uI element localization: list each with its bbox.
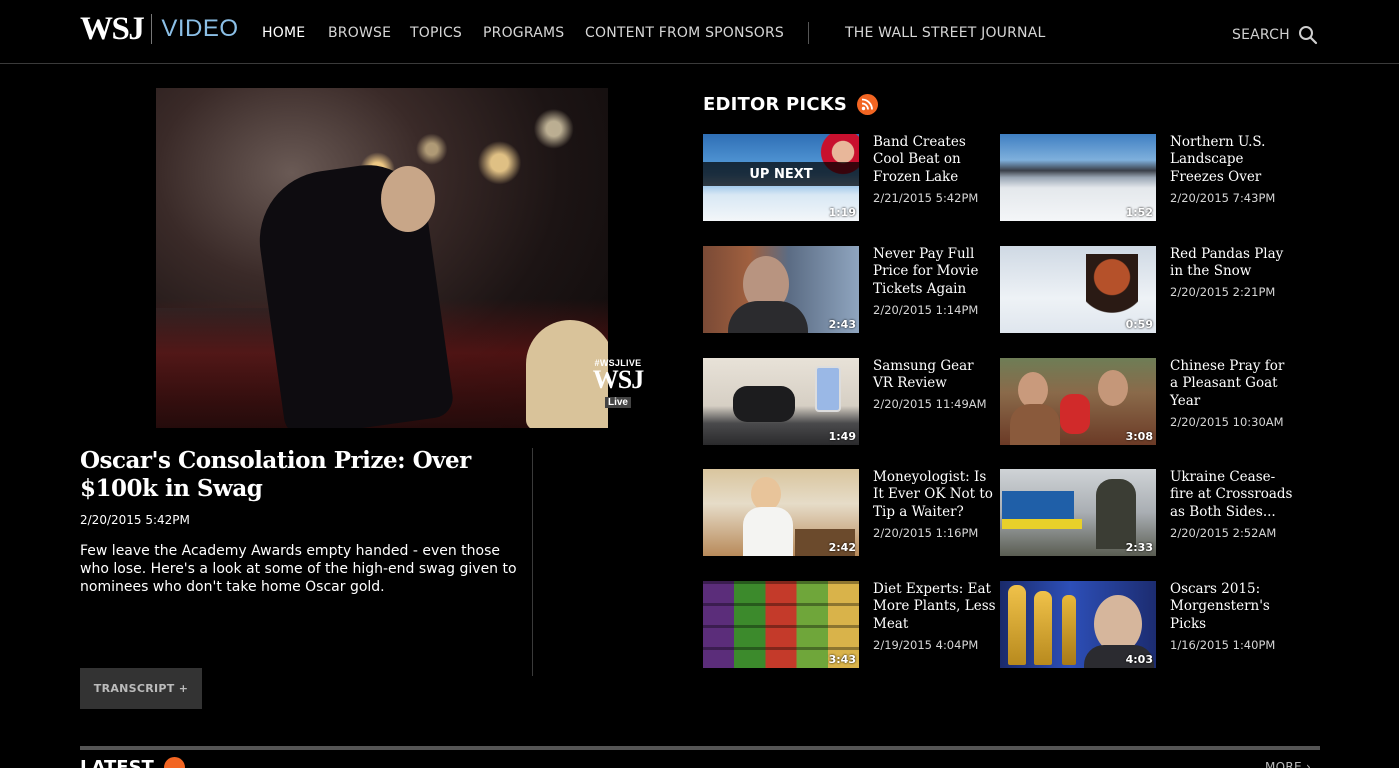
latest-title: LATEST xyxy=(80,757,154,768)
editor-pick-item[interactable]: 3:43 Diet Experts: Eat More Plants, Less… xyxy=(703,581,997,671)
thumb-decor xyxy=(1018,372,1048,408)
video-duration: 2:42 xyxy=(828,541,856,554)
logo-wsj: WSJ xyxy=(80,11,145,47)
pick-title[interactable]: Northern U.S. Landscape Freezes Over xyxy=(1170,134,1294,186)
logo-divider xyxy=(151,14,153,44)
video-duration: 1:52 xyxy=(1125,206,1153,219)
video-thumbnail[interactable]: 2:42 xyxy=(703,469,859,556)
thumb-decor xyxy=(743,507,793,556)
rss-icon[interactable] xyxy=(857,94,879,115)
pick-title[interactable]: Red Pandas Play in the Snow xyxy=(1170,246,1294,281)
video-thumbnail[interactable]: 3:08 xyxy=(1000,358,1156,445)
pick-title[interactable]: Chinese Pray for a Pleasant Goat Year xyxy=(1170,358,1294,410)
nav-wall-street-journal[interactable]: THE WALL STREET JOURNAL xyxy=(845,25,1046,41)
pick-date: 2/20/2015 1:16PM xyxy=(873,526,979,540)
latest-divider xyxy=(80,746,1320,750)
pick-date: 2/20/2015 7:43PM xyxy=(1170,191,1276,205)
pick-date: 2/20/2015 2:52AM xyxy=(1170,526,1277,540)
pick-date: 2/20/2015 10:30AM xyxy=(1170,415,1284,429)
nav-divider xyxy=(808,22,809,44)
site-header: WSJ VIDEO HOME BROWSE TOPICS PROGRAMS CO… xyxy=(0,0,1399,64)
nav-programs[interactable]: PROGRAMS xyxy=(483,25,564,41)
editor-pick-item[interactable]: 0:59 Red Pandas Play in the Snow 2/20/20… xyxy=(1000,246,1292,336)
pick-date: 2/20/2015 2:21PM xyxy=(1170,285,1276,299)
video-thumbnail[interactable]: 3:43 xyxy=(703,581,859,668)
video-duration: 1:19 xyxy=(828,206,856,219)
pick-title[interactable]: Samsung Gear VR Review xyxy=(873,358,997,393)
video-duration: 2:43 xyxy=(828,318,856,331)
thumb-decor xyxy=(815,366,841,412)
search-label: SEARCH xyxy=(1232,27,1290,43)
editor-pick-item[interactable]: 1:52 Northern U.S. Landscape Freezes Ove… xyxy=(1000,134,1292,224)
thumb-decor xyxy=(1098,370,1128,406)
editor-pick-item[interactable]: 4:03 Oscars 2015: Morgenstern's Picks 1/… xyxy=(1000,581,1292,671)
thumb-decor xyxy=(1002,519,1082,529)
editor-pick-item[interactable]: UP NEXT 1:19 Band Creates Cool Beat on F… xyxy=(703,134,995,224)
wsj-video-logo[interactable]: WSJ VIDEO xyxy=(80,12,239,46)
thumb-decor xyxy=(728,301,808,333)
transcript-button[interactable]: TRANSCRIPT + xyxy=(80,668,202,709)
more-link[interactable]: MORE › xyxy=(1265,760,1311,768)
video-thumbnail[interactable]: UP NEXT 1:19 xyxy=(703,134,859,221)
thumb-decor xyxy=(1034,591,1052,665)
bug-live: Live xyxy=(604,397,631,408)
thumb-decor xyxy=(1096,479,1136,549)
video-player[interactable] xyxy=(156,88,608,428)
thumb-decor xyxy=(1008,585,1026,665)
pick-date: 2/21/2015 5:42PM xyxy=(873,191,979,205)
feature-description: Few leave the Academy Awards empty hande… xyxy=(80,543,517,595)
video-thumbnail[interactable]: 4:03 xyxy=(1000,581,1156,668)
video-duration: 0:59 xyxy=(1125,318,1153,331)
pick-title[interactable]: Moneyologist: Is It Ever OK Not to Tip a… xyxy=(873,469,997,521)
thumb-decor xyxy=(1010,404,1060,445)
video-duration: 3:43 xyxy=(828,653,856,666)
thumb-decor xyxy=(751,477,781,511)
video-duration: 2:33 xyxy=(1125,541,1153,554)
pick-date: 2/20/2015 1:14PM xyxy=(873,303,979,317)
pick-date: 1/16/2015 1:40PM xyxy=(1170,638,1276,652)
video-thumbnail[interactable]: 0:59 xyxy=(1000,246,1156,333)
thumb-decor xyxy=(733,386,795,422)
wsj-live-bug: #WSJLIVE WSJ Live xyxy=(592,358,644,410)
nav-browse[interactable]: BROWSE xyxy=(328,25,391,41)
editor-pick-item[interactable]: 2:43 Never Pay Full Price for Movie Tick… xyxy=(703,246,995,336)
nav-content-from-sponsors[interactable]: CONTENT FROM SPONSORS xyxy=(585,25,784,41)
pick-title[interactable]: Ukraine Cease-fire at Crossroads as Both… xyxy=(1170,469,1294,521)
up-next-overlay: UP NEXT xyxy=(703,162,859,186)
pick-title[interactable]: Never Pay Full Price for Movie Tickets A… xyxy=(873,246,997,298)
pick-date: 2/19/2015 4:04PM xyxy=(873,638,979,652)
video-thumbnail[interactable]: 2:43 xyxy=(703,246,859,333)
video-thumbnail[interactable]: 2:33 xyxy=(1000,469,1156,556)
pick-date: 2/20/2015 11:49AM xyxy=(873,397,987,411)
video-thumbnail[interactable]: 1:52 xyxy=(1000,134,1156,221)
rss-icon[interactable] xyxy=(163,757,185,768)
thumb-decor xyxy=(1062,595,1076,665)
editor-pick-item[interactable]: 2:33 Ukraine Cease-fire at Crossroads as… xyxy=(1000,469,1292,559)
pick-title[interactable]: Band Creates Cool Beat on Frozen Lake xyxy=(873,134,997,186)
editor-picks-title: EDITOR PICKS xyxy=(703,94,848,115)
video-duration: 4:03 xyxy=(1125,653,1153,666)
feature-date: 2/20/2015 5:42PM xyxy=(80,513,190,527)
editor-picks-header: EDITOR PICKS xyxy=(703,94,879,115)
nav-topics[interactable]: TOPICS xyxy=(410,25,462,41)
thumb-decor xyxy=(1060,394,1090,434)
editor-pick-item[interactable]: 2:42 Moneyologist: Is It Ever OK Not to … xyxy=(703,469,995,559)
search-icon xyxy=(1298,26,1317,45)
bug-wsj-logo: WSJ xyxy=(592,365,644,394)
thumb-decor xyxy=(1086,254,1138,320)
video-thumbnail[interactable]: 1:49 xyxy=(703,358,859,445)
latest-header: LATEST xyxy=(80,757,185,768)
logo-video: VIDEO xyxy=(161,15,239,42)
video-duration: 3:08 xyxy=(1125,430,1153,443)
player-figure-head xyxy=(381,166,435,232)
editor-pick-item[interactable]: 1:49 Samsung Gear VR Review 2/20/2015 11… xyxy=(703,358,995,448)
pick-title[interactable]: Diet Experts: Eat More Plants, Less Meat xyxy=(873,581,997,633)
feature-title: Oscar's Consolation Prize: Over $100k in… xyxy=(80,447,471,502)
editor-pick-item[interactable]: 3:08 Chinese Pray for a Pleasant Goat Ye… xyxy=(1000,358,1292,448)
nav-home[interactable]: HOME xyxy=(262,25,305,41)
video-duration: 1:49 xyxy=(828,430,856,443)
pick-title[interactable]: Oscars 2015: Morgenstern's Picks xyxy=(1170,581,1294,633)
feature-divider xyxy=(532,448,533,676)
search-button[interactable]: SEARCH xyxy=(1232,25,1318,45)
